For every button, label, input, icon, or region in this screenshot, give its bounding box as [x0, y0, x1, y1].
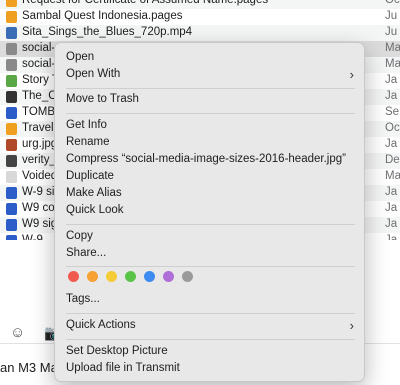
file-date: Ju [385, 26, 398, 38]
file-icon [6, 123, 17, 135]
tag-color-dot[interactable] [125, 271, 136, 282]
chevron-right-icon: › [349, 318, 354, 333]
file-icon [6, 43, 17, 55]
file-date: Ma [385, 58, 400, 70]
file-row[interactable]: Sambal Quest Indonesia.pages Ju [0, 9, 400, 25]
menu-item-label: Share... [66, 247, 107, 259]
menu-item-label: Tags... [66, 293, 100, 305]
file-icon [6, 75, 17, 87]
menu-item-label: Quick Actions [66, 319, 136, 331]
file-date: Ja [385, 202, 398, 214]
menu-item-get-info[interactable]: Get Info [66, 119, 356, 136]
tag-color-dot[interactable] [87, 271, 98, 282]
chevron-right-icon: › [349, 67, 354, 82]
menu-item-duplicate[interactable]: Duplicate [66, 170, 356, 187]
file-date: Ja [385, 218, 398, 230]
partial-text: an M3 Ma [0, 360, 58, 375]
file-icon [6, 219, 17, 231]
menu-item-label: Set Desktop Picture [66, 345, 168, 357]
menu-separator [66, 88, 355, 89]
tag-color-dot[interactable] [106, 271, 117, 282]
menu-item-rename[interactable]: Rename [66, 136, 356, 153]
file-icon [6, 59, 17, 71]
file-icon [6, 139, 17, 151]
menu-item-share[interactable]: Share... [66, 247, 356, 264]
file-name: Sambal Quest Indonesia.pages [22, 10, 183, 22]
menu-item-tags[interactable]: Tags... [66, 293, 356, 310]
file-name: Sita_Sings_the_Blues_720p.mp4 [22, 26, 193, 38]
file-date: Oc [385, 0, 400, 6]
file-icon [6, 91, 17, 103]
file-icon [6, 11, 17, 23]
menu-separator [66, 224, 355, 225]
file-icon [6, 187, 17, 199]
menu-item-label: Quick Look [66, 204, 124, 216]
menu-separator [66, 266, 355, 267]
menu-item-copy[interactable]: Copy [66, 230, 356, 247]
menu-item-label: Open With [66, 68, 121, 80]
file-row[interactable]: Sita_Sings_the_Blues_720p.mp4 Ju [0, 25, 400, 41]
tag-color-dot[interactable] [68, 271, 79, 282]
menu-item-label: Get Info [66, 119, 107, 131]
menu-item-move-to-trash[interactable]: Move to Trash [66, 93, 356, 110]
menu-item-compress[interactable]: Compress “social-media-image-sizes-2016-… [66, 153, 356, 170]
file-icon [6, 155, 17, 167]
menu-item-set-desktop-picture[interactable]: Set Desktop Picture [66, 345, 356, 362]
file-icon [6, 107, 17, 119]
menu-item-open[interactable]: Open [66, 51, 356, 68]
file-date: Ja [385, 74, 398, 86]
menu-item-label: Upload file in Transmit [66, 362, 180, 374]
file-date: Ja [385, 186, 398, 198]
menu-item-label: Make Alias [66, 187, 122, 199]
menu-item-label: Copy [66, 230, 93, 242]
file-date: Ja [385, 138, 398, 150]
file-icon [6, 171, 17, 183]
menu-separator [66, 113, 355, 114]
file-icon [6, 0, 17, 7]
menu-item-upload-transmit[interactable]: Upload file in Transmit [66, 362, 356, 379]
file-date: Ma [385, 42, 400, 54]
file-date: Ma [385, 170, 400, 182]
menu-separator [66, 313, 355, 314]
menu-separator [66, 339, 355, 340]
file-row[interactable]: Request for Certificate of Assumed Name.… [0, 0, 400, 9]
emoji-icon[interactable]: ☺ [10, 324, 25, 341]
menu-item-open-with[interactable]: Open With › [66, 67, 356, 85]
menu-item-label: Move to Trash [66, 93, 139, 105]
tag-color-dot[interactable] [182, 271, 193, 282]
context-menu: Open Open With › Move to Trash Get Info R… [54, 42, 365, 382]
menu-item-label: Open [66, 51, 95, 63]
file-date: Ja [385, 90, 398, 102]
file-date: Se [385, 106, 400, 118]
file-icon [6, 27, 17, 39]
menu-item-quick-actions[interactable]: Quick Actions › [66, 318, 356, 336]
file-date: De [385, 154, 400, 166]
menu-item-make-alias[interactable]: Make Alias [66, 187, 356, 204]
menu-item-quick-look[interactable]: Quick Look [66, 204, 356, 221]
menu-item-label: Compress “social-media-image-sizes-2016-… [66, 153, 346, 165]
file-icon [6, 203, 17, 215]
file-name: Request for Certificate of Assumed Name.… [22, 0, 269, 6]
tag-color-dot[interactable] [163, 271, 174, 282]
menu-item-label: Rename [66, 136, 110, 148]
file-date: Oc [385, 122, 400, 134]
tag-color-dot[interactable] [144, 271, 155, 282]
menu-item-label: Duplicate [66, 170, 114, 182]
file-date: Ju [385, 10, 398, 22]
